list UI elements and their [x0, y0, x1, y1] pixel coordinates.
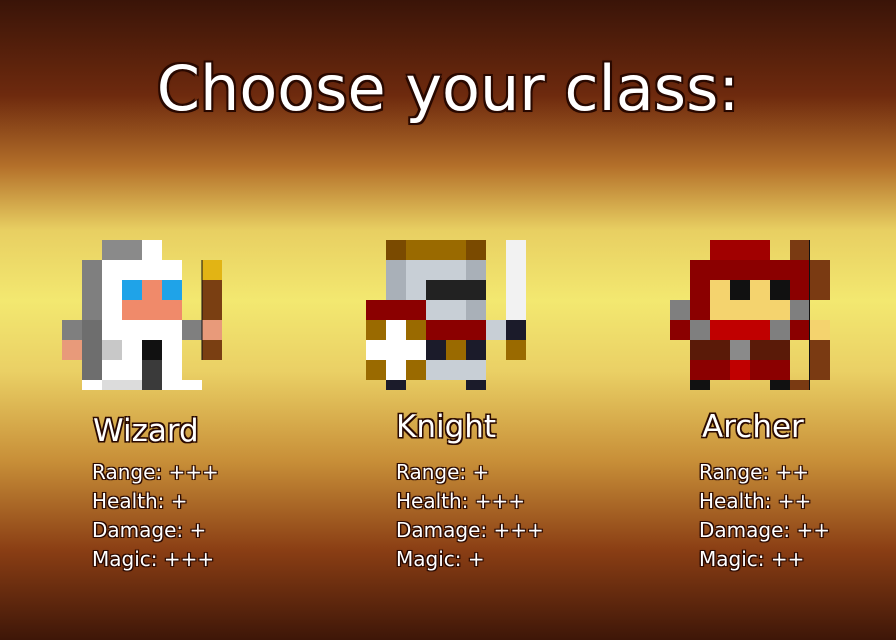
wizard-sprite — [62, 230, 242, 410]
stat-damage: Damage: + — [92, 518, 207, 542]
page-title: Choose your class: — [156, 52, 740, 125]
stat-magic: Magic: +++ — [92, 547, 215, 571]
stat-range: Range: +++ — [92, 460, 219, 484]
class-card-wizard[interactable]: Wizard Range: +++ Health: + Damage: + Ma… — [62, 230, 282, 590]
stat-damage: Damage: ++ — [699, 518, 831, 542]
stat-range: Range: + — [396, 460, 490, 484]
class-name-wizard: Wizard — [93, 413, 199, 449]
class-card-archer[interactable]: Archer Range: ++ Health: ++ Damage: ++ M… — [670, 230, 890, 590]
stat-health: Health: + — [92, 489, 188, 513]
knight-sprite — [366, 230, 546, 410]
wizard-pixel-art — [62, 240, 222, 390]
stats-list-wizard: Range: +++ Health: + Damage: + Magic: ++… — [92, 458, 219, 574]
stat-health: Health: ++ — [699, 489, 812, 513]
stat-magic: Magic: + — [396, 547, 485, 571]
archer-sprite — [670, 230, 850, 410]
class-card-knight[interactable]: Knight Range: + Health: +++ Damage: +++ … — [366, 230, 586, 590]
archer-pixel-art — [670, 240, 830, 390]
stats-list-archer: Range: ++ Health: ++ Damage: ++ Magic: +… — [699, 458, 830, 574]
stat-magic: Magic: ++ — [699, 547, 805, 571]
stats-list-knight: Range: + Health: +++ Damage: +++ Magic: … — [396, 458, 544, 574]
stat-range: Range: ++ — [699, 460, 810, 484]
class-name-knight: Knight — [396, 409, 497, 445]
stat-health: Health: +++ — [396, 489, 526, 513]
knight-pixel-art — [366, 240, 526, 390]
stat-damage: Damage: +++ — [396, 518, 544, 542]
class-name-archer: Archer — [702, 409, 804, 445]
